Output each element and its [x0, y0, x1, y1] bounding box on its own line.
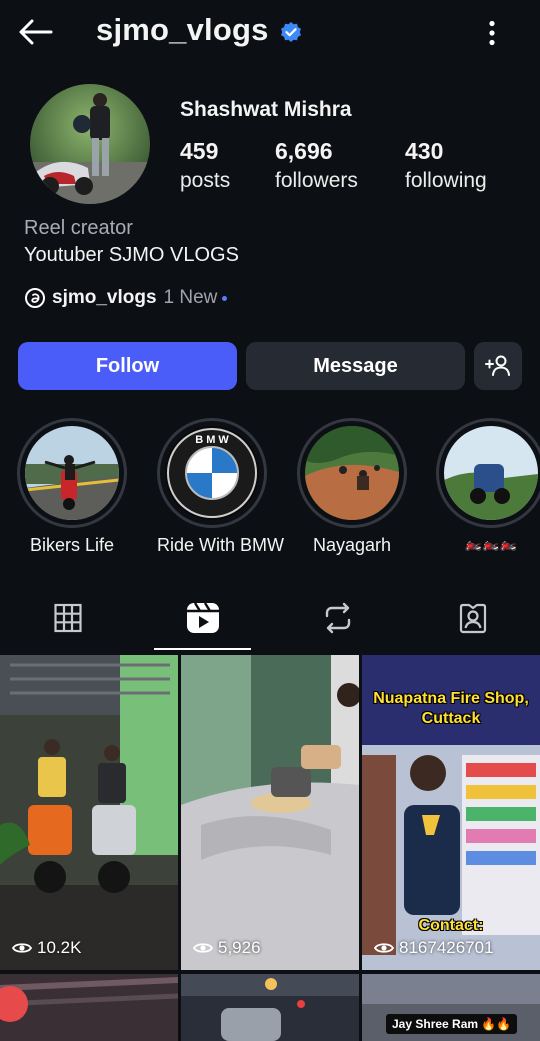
- tab-reposts[interactable]: [270, 588, 405, 648]
- reel-item[interactable]: [181, 974, 359, 1041]
- highlight-label: Bikers Life: [29, 535, 115, 555]
- threads-link[interactable]: sjmo_vlogs 1 New: [24, 287, 228, 309]
- stat-label: posts: [180, 169, 231, 192]
- followers-count[interactable]: 6,696 followers: [275, 138, 358, 193]
- tab-posts[interactable]: [0, 588, 135, 648]
- tab-tagged[interactable]: [405, 588, 540, 648]
- highlight-cover: [444, 426, 538, 520]
- profile-header: sjmo_vlogs: [0, 0, 540, 66]
- reel-item[interactable]: Jay Shree Ram 🔥🔥: [362, 974, 540, 1041]
- profile-full-name: Shashwat Mishra: [180, 98, 352, 121]
- profile-category: Reel creator: [24, 217, 133, 239]
- new-indicator-dot: [222, 295, 228, 301]
- highlight-label: Nayagarh: [312, 535, 392, 555]
- repost-icon: [325, 602, 350, 634]
- reel-item[interactable]: Nuapatna Fire Shop, Cuttack Contact: 816…: [362, 655, 540, 970]
- active-tab-indicator: [154, 648, 251, 650]
- highlight-nayagarh[interactable]: Nayagarh: [297, 418, 407, 556]
- back-button[interactable]: [16, 14, 56, 50]
- highlight-bikes[interactable]: 🏍️🏍️🏍️: [436, 418, 540, 552]
- verified-badge-icon: [281, 22, 301, 42]
- reel-item[interactable]: 10.2K: [0, 655, 178, 970]
- reel-caption: Jay Shree Ram 🔥🔥: [386, 1014, 518, 1034]
- highlight-ring: [297, 418, 407, 528]
- threads-new-badge: 1 New: [163, 287, 218, 308]
- stat-value: 430: [405, 138, 444, 164]
- stat-value: 6,696: [275, 138, 333, 164]
- bmw-logo-icon: B M W: [165, 426, 259, 520]
- eye-icon: [193, 943, 213, 953]
- message-button[interactable]: Message: [246, 342, 465, 390]
- highlight-cover: B M W: [165, 426, 259, 520]
- reel-thumbnail: [181, 655, 359, 970]
- reel-item[interactable]: 5,926: [181, 655, 359, 970]
- tagged-icon: [459, 603, 486, 634]
- eye-icon: [374, 943, 394, 953]
- eye-icon: [12, 943, 32, 953]
- stat-value: 459: [180, 138, 219, 164]
- highlight-label: 🏍️🏍️🏍️: [464, 535, 518, 551]
- view-count-value: 8167426701: [399, 938, 494, 957]
- view-count: 10.2K: [12, 938, 81, 958]
- view-count-value: 10.2K: [37, 938, 82, 957]
- tab-reels[interactable]: [135, 588, 270, 648]
- svg-text:B M W: B M W: [195, 434, 229, 446]
- highlight-ride-with-bmw[interactable]: B M W Ride With BMW: [157, 418, 285, 556]
- view-count: 5,926: [193, 938, 261, 958]
- stat-label: followers: [275, 169, 358, 192]
- more-vertical-icon: [489, 20, 495, 46]
- posts-count[interactable]: 459 posts: [180, 138, 230, 193]
- reel-thumbnail: [0, 655, 178, 970]
- reel-overlay-contact: Contact:: [418, 917, 484, 934]
- threads-handle: sjmo_vlogs: [52, 287, 157, 308]
- profile-content-tabs: [0, 588, 540, 650]
- profile-avatar[interactable]: [30, 84, 150, 204]
- avatar-photo: [30, 84, 150, 204]
- highlight-cover: [25, 426, 119, 520]
- profile-bio: Youtuber SJMO VLOGS: [24, 244, 239, 266]
- highlight-ring: [17, 418, 127, 528]
- more-options-button[interactable]: [476, 16, 508, 50]
- reel-item[interactable]: [0, 974, 178, 1041]
- highlight-label: Ride With BMW: [157, 535, 285, 555]
- highlight-bikers-life[interactable]: Bikers Life: [17, 418, 127, 556]
- reel-thumbnail: [181, 974, 359, 1041]
- follow-button[interactable]: Follow: [18, 342, 237, 390]
- highlight-ring: [436, 418, 540, 528]
- reels-icon: [186, 602, 219, 633]
- grid-icon: [53, 603, 82, 633]
- view-count: 8167426701: [374, 938, 494, 958]
- profile-username: sjmo_vlogs: [96, 12, 269, 47]
- reel-overlay-title: Nuapatna Fire Shop, Cuttack: [373, 690, 529, 727]
- suggest-people-button[interactable]: [474, 342, 522, 390]
- reel-thumbnail: [0, 974, 178, 1041]
- threads-icon: [25, 288, 45, 308]
- add-person-icon: [485, 355, 510, 376]
- view-count-value: 5,926: [218, 938, 261, 957]
- arrow-left-icon: [19, 19, 53, 45]
- stat-label: following: [405, 169, 487, 192]
- highlight-cover: [305, 426, 399, 520]
- following-count[interactable]: 430 following: [405, 138, 487, 193]
- highlight-ring: B M W: [157, 418, 267, 528]
